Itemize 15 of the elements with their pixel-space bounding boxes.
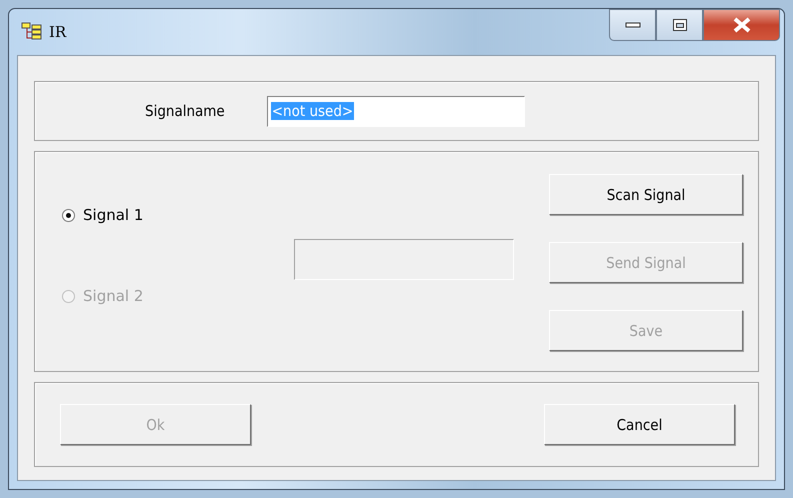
radio-button[interactable] [62, 208, 75, 222]
close-button[interactable] [703, 9, 780, 41]
window-title: IR [49, 23, 66, 41]
maximize-icon [672, 18, 688, 32]
tree-icon [21, 22, 43, 42]
close-icon [732, 17, 752, 33]
radio-label: Signal 1 [83, 206, 144, 224]
maximize-button[interactable] [656, 9, 703, 41]
field-label: Signalname [145, 102, 225, 120]
radio-label: Signal 2 [83, 287, 144, 305]
dialog-button[interactable]: Scan Signal [549, 174, 743, 215]
dialog-button[interactable]: Cancel [544, 404, 735, 445]
minimize-button[interactable] [609, 9, 656, 41]
minimize-icon [624, 22, 640, 28]
signalname-field[interactable]: <not used> [266, 96, 525, 126]
